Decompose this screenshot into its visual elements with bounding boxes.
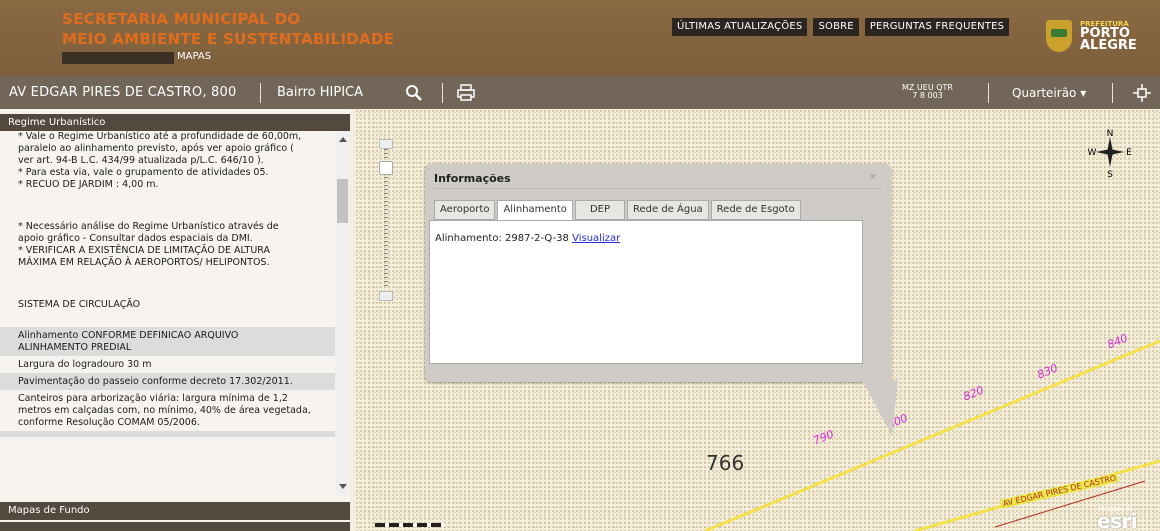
tab-dep[interactable]: DEP — [574, 200, 625, 220]
scroll-up-icon[interactable] — [339, 137, 347, 142]
svg-text:S: S — [1107, 170, 1113, 179]
row-text: metros em calçadas com, no mínimo, 40% d… — [18, 405, 311, 416]
subtitle-bar — [62, 52, 174, 64]
address-text[interactable]: AV EDGAR PIRES DE CASTRO, 800 — [9, 85, 236, 100]
subtitle: MAPAS — [177, 51, 212, 62]
nav-ultimas-atualizacoes[interactable]: ÚLTIMAS ATUALIZAÇÕES — [672, 18, 808, 36]
popup-tabs: Aeroporto Alinhamento DEP Rede de Água R… — [434, 200, 803, 220]
row-text: Pavimentação do passeio conforme decreto… — [18, 376, 293, 387]
coat-of-arms-icon — [1046, 20, 1072, 52]
address-bar: AV EDGAR PIRES DE CASTRO, 800 Bairro HIP… — [0, 76, 1160, 109]
info-sidebar: Regime Urbanístico * Vale o Regime Urban… — [0, 109, 350, 531]
visualizar-link[interactable]: Visualizar — [572, 233, 620, 244]
alinhamento-value: Alinhamento: 2987-2-Q-38 — [435, 233, 569, 244]
crosshair-icon[interactable] — [1133, 84, 1151, 102]
divider — [260, 83, 261, 103]
search-icon[interactable] — [405, 84, 423, 102]
tab-rede-de-esgoto[interactable]: Rede de Esgoto — [710, 200, 801, 220]
compass-icon: N S E W — [1088, 129, 1132, 179]
divider — [434, 188, 882, 189]
divider — [442, 83, 443, 103]
popup-pointer — [862, 380, 898, 436]
org-title-line1: SECRETARIA MUNICIPAL DO — [62, 10, 301, 28]
alinhamento-text: Alinhamento: 2987-2-Q-38 Visualizar — [435, 233, 620, 244]
top-nav: ÚLTIMAS ATUALIZAÇÕES SOBRE PERGUNTAS FRE… — [672, 18, 1015, 36]
close-icon[interactable]: × — [869, 172, 877, 182]
scrollbar[interactable] — [335, 131, 350, 495]
prefeitura-logo[interactable]: PREFEITURA PORTO ALEGRE — [1046, 18, 1142, 60]
table-row — [0, 431, 335, 437]
tab-rede-de-agua[interactable]: Rede de Água — [627, 200, 709, 220]
zoom-in-icon[interactable] — [379, 139, 393, 149]
info-line: paralelo ao alinhamento previsto, após v… — [18, 143, 294, 154]
info-line: ver art. 94-B L.C. 434/99 atualizada p/L… — [18, 155, 264, 166]
row-text: Alinhamento CONFORME DEFINICAO ARQUIVO — [18, 330, 239, 341]
row-text: conforme Resolução COMAM 05/2006. — [18, 417, 200, 428]
divider — [1112, 83, 1113, 103]
zoom-handle[interactable] — [379, 161, 393, 175]
scroll-thumb[interactable] — [337, 179, 348, 223]
row-text: ALINHAMENTO PREDIAL — [18, 342, 132, 353]
section-header-next[interactable] — [0, 522, 350, 531]
tab-panel: Alinhamento: 2987-2-Q-38 Visualizar — [429, 220, 863, 364]
row-text: Canteiros para arborização viária: largu… — [18, 393, 288, 404]
info-line: * VERIFICAR A EXISTÊNCIA DE LIMITAÇÃO DE… — [18, 245, 271, 256]
nav-sobre[interactable]: SOBRE — [813, 18, 859, 36]
print-icon[interactable] — [457, 84, 475, 102]
info-popup: Informações × Aeroporto Alinhamento DEP … — [425, 164, 898, 436]
zoom-out-icon[interactable] — [379, 291, 393, 301]
logo-text: PORTO ALEGRE — [1080, 26, 1137, 53]
zoom-slider[interactable] — [378, 139, 394, 301]
lot-number: 766 — [706, 451, 745, 475]
popup-title: Informações — [434, 172, 511, 185]
circulation-title: SISTEMA DE CIRCULAÇÃO — [18, 299, 141, 310]
zone-info: MZ UEU QTR 7 8 003 — [902, 84, 953, 100]
table-row: Alinhamento CONFORME DEFINICAO ARQUIVO A… — [0, 327, 335, 356]
table-row: Pavimentação do passeio conforme decreto… — [0, 373, 335, 390]
info-line: * RECUO DE JARDIM : 4,00 m. — [18, 179, 159, 190]
quarteirao-dropdown[interactable]: Quarteirão ▾ — [1012, 86, 1086, 100]
org-title-line2: MEIO AMBIENTE E SUSTENTABILIDADE — [62, 30, 395, 48]
info-line: * Necessário análise do Regime Urbanísti… — [18, 221, 279, 232]
svg-text:W: W — [1088, 148, 1097, 158]
info-line: apoio gráfico - Consultar dados espaciai… — [18, 233, 253, 244]
bairro-text[interactable]: Bairro HIPICA — [277, 85, 363, 100]
tab-aeroporto[interactable]: Aeroporto — [434, 200, 496, 220]
info-line: MÁXIMA EM RELAÇÃO À AEROPORTOS/ HELIPONT… — [18, 257, 270, 268]
info-line: * Para esta via, vale o grupamento de at… — [18, 167, 269, 178]
row-text: Largura do logradouro 30 m — [18, 359, 152, 370]
nav-perguntas-frequentes[interactable]: PERGUNTAS FREQUENTES — [864, 18, 1010, 36]
divider — [988, 83, 989, 103]
zone-values: 7 8 003 — [912, 91, 943, 100]
app-header: SECRETARIA MUNICIPAL DO MEIO AMBIENTE E … — [0, 0, 1160, 76]
scale-bar — [375, 523, 445, 527]
section-header-regime[interactable]: Regime Urbanístico — [0, 114, 350, 131]
table-row: Largura do logradouro 30 m — [0, 356, 335, 373]
svg-text:E: E — [1126, 148, 1132, 158]
table-row: Canteiros para arborização viária: largu… — [0, 390, 335, 431]
svg-text:N: N — [1107, 129, 1114, 139]
tab-alinhamento[interactable]: Alinhamento — [497, 200, 573, 220]
regime-content[interactable]: * Vale o Regime Urbanístico até a profun… — [0, 131, 335, 495]
esri-logo: esri — [1097, 509, 1138, 531]
info-line: * Vale o Regime Urbanístico até a profun… — [18, 131, 302, 142]
scroll-down-icon[interactable] — [339, 484, 347, 489]
section-header-mapas-de-fundo[interactable]: Mapas de Fundo — [0, 502, 350, 520]
